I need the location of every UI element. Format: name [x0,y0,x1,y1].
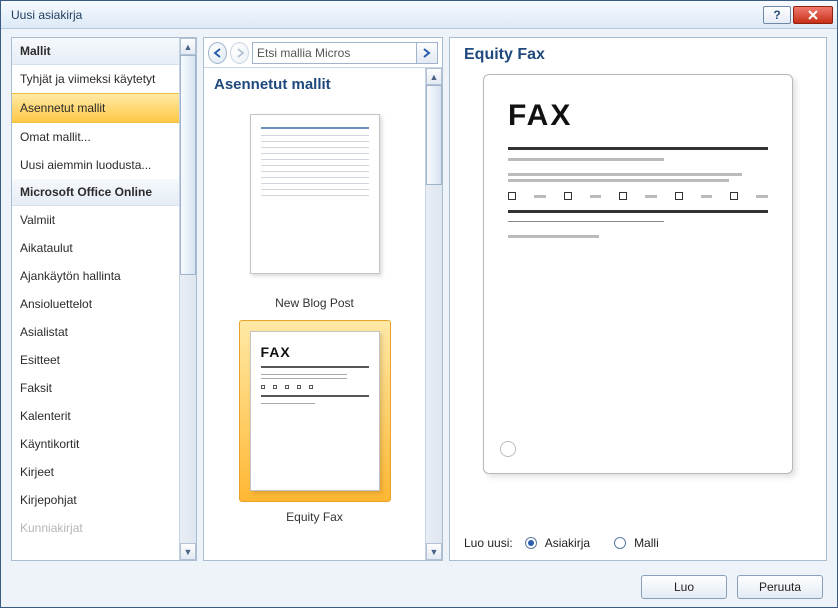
close-button[interactable] [793,6,833,24]
category-item[interactable]: Ansioluettelot [12,290,179,318]
scroll-down-button[interactable]: ▼ [426,543,442,560]
preview-doc-heading: FAX [508,99,768,133]
category-item-selected[interactable]: Asennetut mallit [12,93,179,123]
search-input[interactable] [252,42,416,64]
preview-panel: Equity Fax FAX [449,37,827,561]
gallery-section-title: Asennetut mallit [212,72,417,103]
category-item[interactable]: Kunniakirjat [12,514,179,542]
scroll-up-button[interactable]: ▲ [426,68,442,85]
category-panel: Mallit Tyhjät ja viimeksi käytetyt Asenn… [11,37,197,561]
nav-forward-button[interactable] [230,42,249,64]
template-item[interactable]: New Blog Post [212,103,417,310]
close-icon [807,10,819,20]
category-item[interactable]: Valmiit [12,206,179,234]
search-wrap [252,42,438,64]
category-list: Mallit Tyhjät ja viimeksi käytetyt Asenn… [12,38,179,560]
category-item[interactable]: Esitteet [12,346,179,374]
category-item[interactable]: Aikataulut [12,234,179,262]
scroll-thumb[interactable] [426,85,442,185]
create-as-row: Luo uusi: Asiakirja Malli [462,528,814,552]
radio-template-label: Malli [634,536,659,550]
preview-page: FAX [483,74,793,474]
dialog-new-document: Uusi asiakirja ? Mallit Tyhjät ja viimek… [0,0,838,608]
page-corner-icon [500,441,516,457]
template-thumbnail [250,114,380,274]
preview-area: FAX [462,74,814,528]
template-gallery: Asennetut mallit New Blog Post [204,68,425,560]
gallery-panel: Asennetut mallit New Blog Post [203,37,443,561]
category-item[interactable]: Kirjeet [12,458,179,486]
arrow-right-icon [234,48,246,58]
category-item[interactable]: Kirjepohjat [12,486,179,514]
template-item-selected[interactable]: FAX Equity Fax [212,320,417,524]
scroll-track[interactable] [180,275,196,543]
search-go-button[interactable] [416,42,438,64]
radio-template[interactable] [614,537,626,549]
gallery-body: Asennetut mallit New Blog Post [204,68,442,560]
dialog-footer: Luo Peruuta [1,567,837,607]
template-thumbnail: FAX [250,331,380,491]
preview-title: Equity Fax [462,42,814,74]
category-item[interactable]: Omat mallit... [12,123,179,151]
scroll-track[interactable] [426,185,442,543]
template-label: New Blog Post [212,296,417,310]
category-item[interactable]: Kalenterit [12,402,179,430]
arrow-left-icon [212,48,224,58]
category-scrollbar[interactable]: ▲ ▼ [179,38,196,560]
radio-document[interactable] [525,537,537,549]
titlebar: Uusi asiakirja ? [1,1,837,29]
template-label: Equity Fax [212,510,417,524]
cancel-button[interactable]: Peruuta [737,575,823,599]
fax-heading: FAX [261,344,369,360]
scroll-thumb[interactable] [180,55,196,275]
create-button[interactable]: Luo [641,575,727,599]
radio-document-label: Asiakirja [545,536,590,550]
category-item[interactable]: Tyhjät ja viimeksi käytetyt [12,65,179,93]
category-header-templates: Mallit [12,38,179,65]
category-header-online: Microsoft Office Online [12,179,179,206]
category-item[interactable]: Uusi aiemmin luodusta... [12,151,179,179]
category-item[interactable]: Ajankäytön hallinta [12,262,179,290]
category-item[interactable]: Faksit [12,374,179,402]
create-as-label: Luo uusi: [464,536,513,550]
dialog-body: Mallit Tyhjät ja viimeksi käytetyt Asenn… [1,29,837,567]
arrow-right-icon [421,48,433,58]
help-button[interactable]: ? [763,6,791,24]
category-item[interactable]: Asialistat [12,318,179,346]
window-title: Uusi asiakirja [5,8,761,22]
nav-back-button[interactable] [208,42,227,64]
gallery-scrollbar[interactable]: ▲ ▼ [425,68,442,560]
scroll-down-button[interactable]: ▼ [180,543,196,560]
scroll-up-button[interactable]: ▲ [180,38,196,55]
category-item[interactable]: Käyntikortit [12,430,179,458]
gallery-toolbar [204,38,442,68]
